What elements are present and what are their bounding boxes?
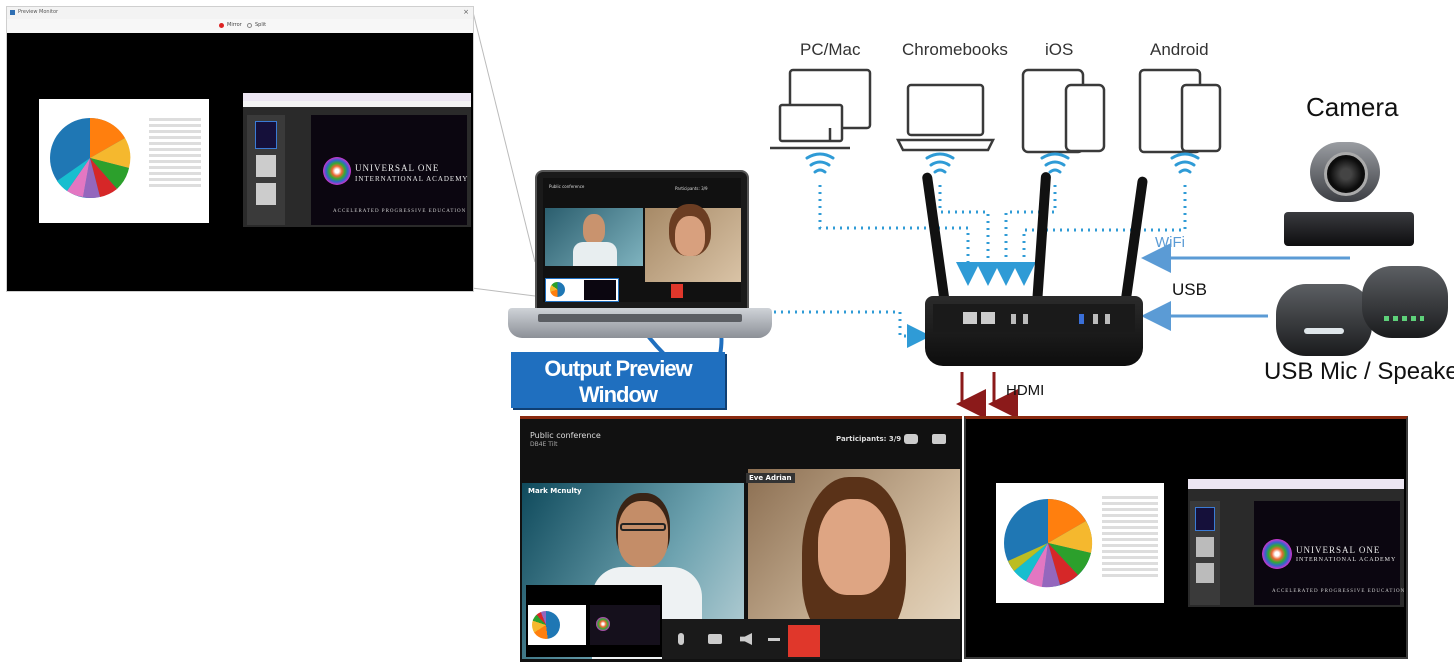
thumb-slide (590, 605, 660, 645)
mini-pie (550, 282, 565, 297)
display-shared-content: UNIVERSAL ONE INTERNATIONAL ACADEMY ACCE… (964, 416, 1408, 659)
usb-port (1023, 314, 1028, 324)
ethernet-port (981, 312, 995, 324)
label-hdmi: HDMI (1006, 382, 1045, 399)
thumb-logo (596, 617, 610, 631)
page-thumb (1196, 563, 1214, 583)
microphone-icon[interactable] (678, 633, 684, 645)
man-glasses (620, 523, 666, 531)
shared-browser-panel: UNIVERSAL ONE INTERNATIONAL ACADEMY ACCE… (1188, 479, 1404, 607)
label-wifi: WiFi (1155, 234, 1185, 251)
mini-slide (584, 280, 616, 300)
zoom-line-bottom (471, 287, 536, 297)
man-face (618, 501, 668, 567)
camera-lens (1324, 152, 1368, 196)
conf-title: Public conference (530, 431, 601, 440)
android-devices-icon (1138, 68, 1222, 154)
thumb-pie (532, 611, 560, 639)
page-thumb (1196, 537, 1214, 557)
keyboard (538, 314, 742, 322)
router-body (925, 296, 1143, 366)
page-thumb (1195, 507, 1215, 531)
woman-figure (675, 216, 705, 256)
wifi-icon (1170, 152, 1200, 174)
router-port-panel (933, 304, 1135, 332)
laptop-video-man (545, 208, 643, 266)
label-camera: Camera (1306, 92, 1399, 122)
usb-port (1105, 314, 1110, 324)
laptop-base (508, 308, 772, 338)
display-conference: Public conference DB4E Tilt Participants… (520, 416, 962, 662)
shared-academy-name-1: UNIVERSAL ONE (1296, 545, 1381, 555)
name-tag-woman: Eve Adrian (746, 473, 795, 483)
speaker-led-bar (1304, 328, 1344, 334)
participants-icon[interactable] (904, 434, 918, 444)
shared-browser-tabs (1188, 479, 1404, 489)
chromebook-icon (895, 83, 996, 152)
chat-icon[interactable] (932, 434, 946, 444)
shared-academy-name-2: INTERNATIONAL ACADEMY (1296, 557, 1397, 563)
wifi-icon (1040, 152, 1070, 174)
shared-pie-panel (996, 483, 1164, 603)
conf-toolbar (662, 619, 960, 659)
callout-title: Output Preview Window (544, 356, 692, 407)
shared-pie-chart (1004, 499, 1093, 588)
camera-toggle-icon[interactable] (708, 634, 722, 644)
shared-academy-logo (1262, 539, 1292, 569)
pc-monitor-icon (770, 68, 872, 150)
label-usb: USB (1172, 280, 1207, 299)
usb-speakerphone-right (1362, 266, 1448, 338)
usb-port (1079, 314, 1084, 324)
name-tag-man: Mark Mcnulty (528, 487, 582, 495)
wifi-icon (925, 152, 955, 174)
wifi-icon (805, 152, 835, 174)
device-icons (770, 68, 1222, 174)
academy-tagline: ACCELERATED PROGRESSIVE EDUCATION (333, 209, 467, 214)
more-icon[interactable] (768, 638, 780, 641)
speaker-icon[interactable] (740, 633, 752, 645)
man-figure (583, 214, 605, 244)
woman-face (818, 499, 890, 595)
output-preview-callout: Output Preview Window to share in video … (511, 352, 725, 427)
conf-code: DB4E Tilt (530, 441, 558, 448)
label-usb-mic-speaker: USB Mic / Speaker (1264, 358, 1454, 385)
usb-port (1093, 314, 1098, 324)
end-call-button[interactable] (788, 625, 820, 657)
conf-participants: Participants: 3/9 (836, 435, 902, 443)
camera-base (1284, 212, 1414, 246)
camera-device (1284, 138, 1414, 248)
shared-slide: UNIVERSAL ONE INTERNATIONAL ACADEMY ACCE… (1254, 501, 1404, 605)
speaker-led-dots (1384, 316, 1424, 321)
conf-share-thumbnail (526, 585, 662, 657)
shared-pdf-sidebar (1190, 501, 1220, 605)
shared-pie-legend (1102, 493, 1158, 580)
usb-port (1011, 314, 1016, 324)
ethernet-port (963, 312, 977, 324)
ios-devices-icon (1021, 68, 1106, 154)
usb-speakerphone-left (1276, 284, 1372, 356)
man-shirt (573, 242, 617, 266)
shared-academy-tagline: ACCELERATED PROGRESSIVE EDUCATION (1272, 589, 1406, 594)
laptop-preview-thumb (545, 278, 619, 302)
thumb-pie-panel (528, 605, 586, 645)
laptop-video-woman (645, 208, 741, 282)
laptop-end-call[interactable] (671, 284, 683, 298)
